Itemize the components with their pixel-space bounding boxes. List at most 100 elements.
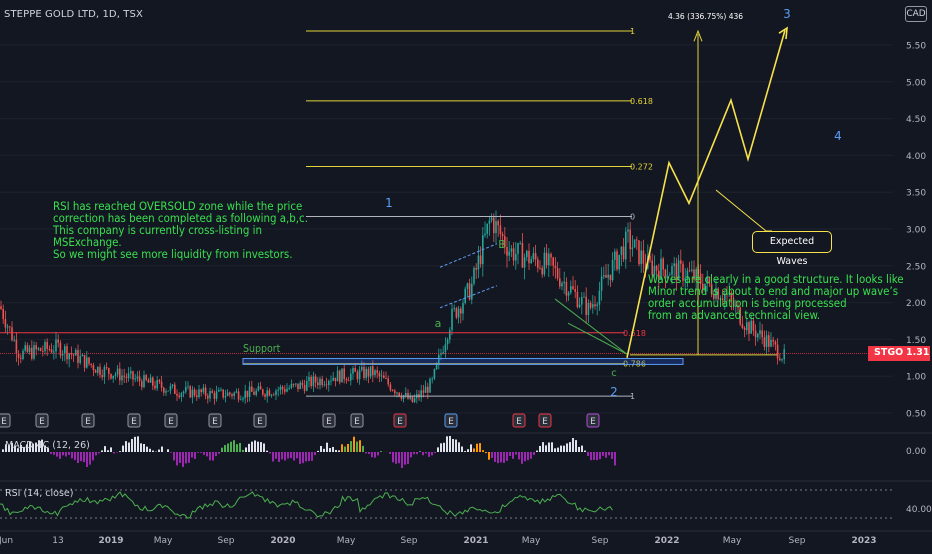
candle-body (744, 328, 746, 330)
candle-body (475, 268, 477, 270)
macd-bar (305, 452, 307, 461)
macd-bar (437, 447, 439, 452)
macd-bar (71, 452, 73, 458)
candle-body (317, 382, 319, 385)
candle-body (183, 392, 185, 394)
candle-body (302, 383, 304, 385)
channel-lower (440, 286, 497, 308)
candle-body (101, 375, 103, 377)
candle-body (401, 396, 403, 399)
x-tick-label: May (154, 536, 173, 546)
macd-bar (134, 437, 136, 452)
candle-body (44, 342, 46, 351)
macd-bar (542, 442, 544, 452)
macd-bar (251, 442, 253, 452)
macd-bar (590, 452, 592, 460)
candle-body (500, 225, 502, 234)
candle-body (515, 254, 517, 261)
candle-body (176, 394, 178, 396)
candle-body (359, 370, 361, 379)
candle-body (431, 379, 433, 380)
candle-body (5, 319, 7, 327)
candle-body (128, 373, 130, 378)
candle-body (610, 275, 612, 280)
candle-body (49, 349, 51, 350)
candle-body (607, 275, 609, 278)
candle-body (460, 309, 462, 314)
macd-bar (605, 452, 607, 458)
macd-bar (578, 447, 580, 452)
macd-bar (224, 445, 226, 452)
wave-label: 1 (385, 196, 393, 210)
candle-body (137, 376, 139, 378)
candle-body (563, 282, 565, 283)
candle-body (341, 368, 343, 382)
macd-bar (380, 451, 382, 452)
candle-body (216, 391, 218, 398)
candle-body (781, 359, 783, 360)
candle-body (225, 396, 227, 397)
macd-bar (59, 452, 61, 459)
candle-body (473, 268, 475, 284)
candle-body (548, 254, 550, 265)
candle-body (561, 283, 563, 286)
candle-body (330, 381, 332, 382)
macd-bar (557, 448, 559, 452)
macd-bar (131, 439, 133, 452)
macd-bar (362, 446, 364, 452)
candle-body (605, 275, 607, 278)
candle-body (451, 309, 453, 330)
macd-bar (581, 446, 583, 452)
candle-body (766, 335, 768, 347)
candle-body (326, 384, 328, 385)
macd-bar (182, 452, 184, 467)
macd-bar (467, 449, 469, 452)
macd-bar (347, 444, 349, 452)
macd-bar (203, 452, 205, 455)
rsi-pane-label[interactable]: RSI (14, close) (5, 488, 73, 499)
candle-body (247, 391, 249, 397)
macd-bar (458, 442, 460, 452)
candle-body (757, 334, 759, 338)
candle-body (750, 321, 752, 334)
macd-pane-label[interactable]: MACD 4C (12, 26) (5, 440, 90, 451)
macd-bar (50, 452, 52, 454)
macd-bar (62, 452, 64, 455)
macd-bar (512, 452, 514, 459)
candle-body (392, 390, 394, 391)
candle-body (273, 395, 275, 396)
candle-body (429, 379, 431, 393)
candle-body (319, 379, 321, 385)
macd-bar (254, 440, 256, 452)
macd-bar (2, 449, 4, 452)
macd-bar (506, 452, 508, 461)
candle-body (145, 375, 147, 380)
macd-bar (290, 452, 292, 458)
candle-body (577, 292, 579, 307)
candle-body (38, 348, 40, 349)
candle-body (365, 369, 367, 378)
x-tick-label: May (522, 536, 541, 546)
macd-bar (608, 452, 610, 455)
currency-badge[interactable]: CAD (905, 6, 927, 22)
candle-body (181, 393, 183, 397)
candle-body (178, 396, 180, 397)
candle-body (447, 339, 449, 344)
candle-body (332, 378, 334, 381)
macd-bar (56, 452, 58, 457)
candle-body (209, 391, 211, 398)
candle-body (594, 304, 596, 306)
candle-body (163, 388, 165, 393)
fib-level-label: 1 (630, 392, 635, 401)
macd-bar (527, 452, 529, 460)
macd-bar (599, 452, 601, 459)
candle-body (537, 259, 539, 267)
macd-bar (83, 452, 85, 462)
macd-bar (365, 452, 367, 453)
macd-bar (188, 452, 190, 463)
candle-body (374, 370, 376, 375)
candle-body (599, 291, 601, 305)
macd-bar (137, 436, 139, 452)
candle-body (27, 345, 29, 352)
candle-body (22, 351, 24, 359)
